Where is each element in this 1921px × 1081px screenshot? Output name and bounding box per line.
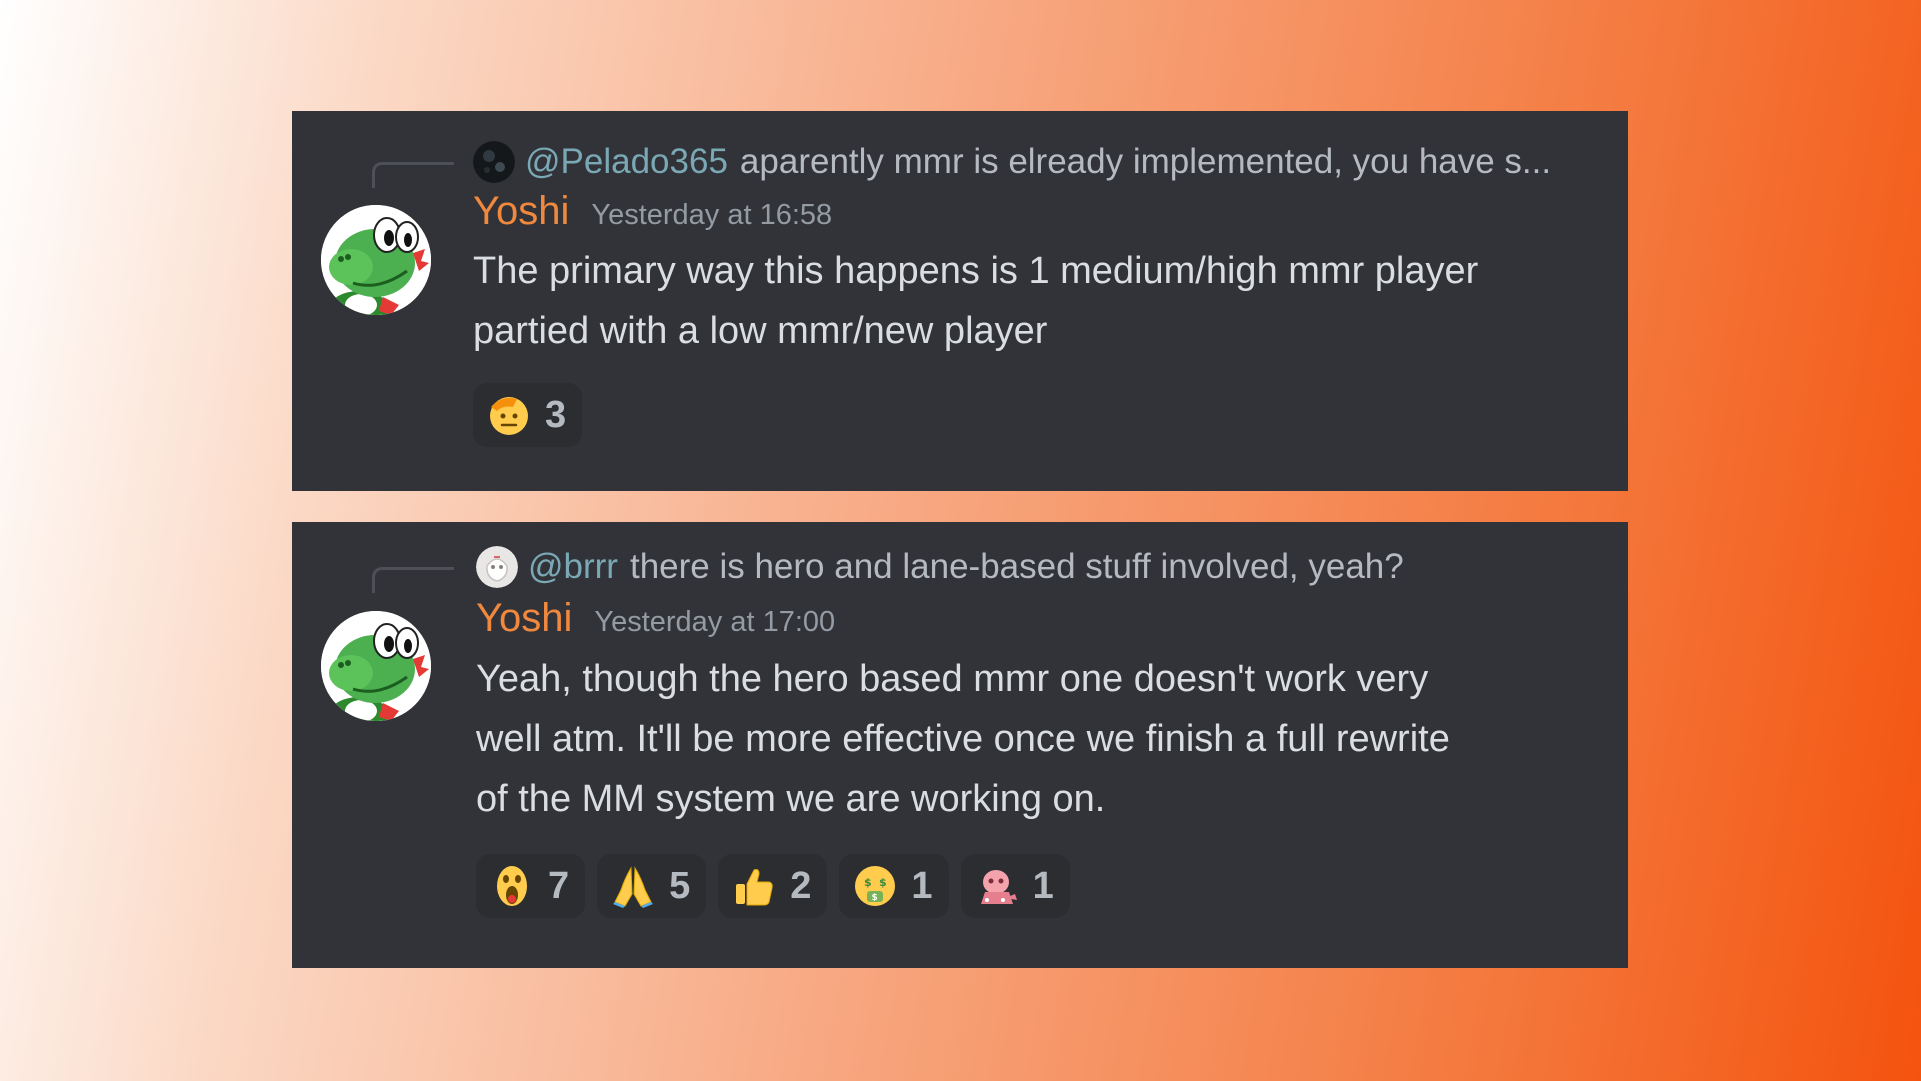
message-line: of the MM system we are working on. (476, 778, 1106, 820)
reaction-money-mouth[interactable]: $ $ $ 1 (839, 854, 949, 918)
message-card-2: @brrr there is hero and lane-based stuff… (292, 522, 1628, 968)
reaction-count: 5 (669, 864, 691, 907)
reactions-bar: 7 5 2 $ $ $ 1 1 (476, 854, 1070, 918)
reactions-bar: 3 (473, 383, 583, 447)
message-header: Yoshi Yesterday at 16:58 (473, 189, 832, 234)
reply-text[interactable]: there is hero and lane-based stuff invol… (630, 547, 1404, 587)
reply-connector (372, 162, 454, 188)
message-card-1: @Pelado365 aparently mmr is elready impl… (292, 111, 1628, 491)
message-line: The primary way this happens is 1 medium… (473, 250, 1479, 292)
timestamp: Yesterday at 17:00 (594, 606, 836, 638)
svg-text:$: $ (864, 876, 872, 889)
white-avatar-icon[interactable] (476, 546, 518, 588)
reaction-count: 7 (548, 864, 570, 907)
shocked-face-emoji (490, 864, 534, 908)
reply-text[interactable]: aparently mmr is elready implemented, yo… (740, 142, 1551, 182)
message-line: partied with a low mmr/new player (473, 310, 1048, 352)
message-body: Yeah, though the hero based mmr one does… (476, 649, 1586, 829)
reply-preview[interactable]: @brrr there is hero and lane-based stuff… (476, 544, 1596, 590)
reaction-folded-hands[interactable]: 5 (597, 854, 707, 918)
reaction-count: 1 (911, 864, 933, 907)
timestamp: Yesterday at 16:58 (591, 199, 833, 231)
reaction-count: 2 (790, 864, 812, 907)
username[interactable]: Yoshi (476, 596, 572, 641)
pink-creature-emoji (975, 864, 1019, 908)
reaction-salute[interactable]: 3 (473, 383, 583, 447)
svg-text:$: $ (879, 876, 887, 889)
username[interactable]: Yoshi (473, 189, 569, 234)
message-body: The primary way this happens is 1 medium… (473, 241, 1583, 361)
reply-mention[interactable]: @brrr (528, 547, 618, 587)
salute-face-emoji (487, 393, 531, 437)
folded-hands-emoji (611, 864, 655, 908)
yoshi-avatar-icon[interactable] (321, 611, 431, 721)
money-mouth-face-emoji: $ $ $ (853, 864, 897, 908)
reaction-count: 1 (1032, 864, 1054, 907)
reply-connector (372, 567, 454, 593)
reaction-shocked[interactable]: 7 (476, 854, 586, 918)
yoshi-avatar-icon[interactable] (321, 205, 431, 315)
reaction-pink-creature[interactable]: 1 (960, 854, 1070, 918)
reply-mention[interactable]: @Pelado365 (525, 142, 728, 182)
svg-text:$: $ (872, 893, 878, 903)
message-line: Yeah, though the hero based mmr one does… (476, 658, 1429, 700)
reply-preview[interactable]: @Pelado365 aparently mmr is elready impl… (473, 139, 1593, 185)
message-header: Yoshi Yesterday at 17:00 (476, 596, 835, 641)
reaction-thumbs-up[interactable]: 2 (718, 854, 828, 918)
message-line: well atm. It'll be more effective once w… (476, 718, 1450, 760)
thumbs-up-emoji (732, 864, 776, 908)
reaction-count: 3 (545, 393, 567, 436)
dark-avatar-icon[interactable] (473, 141, 515, 183)
